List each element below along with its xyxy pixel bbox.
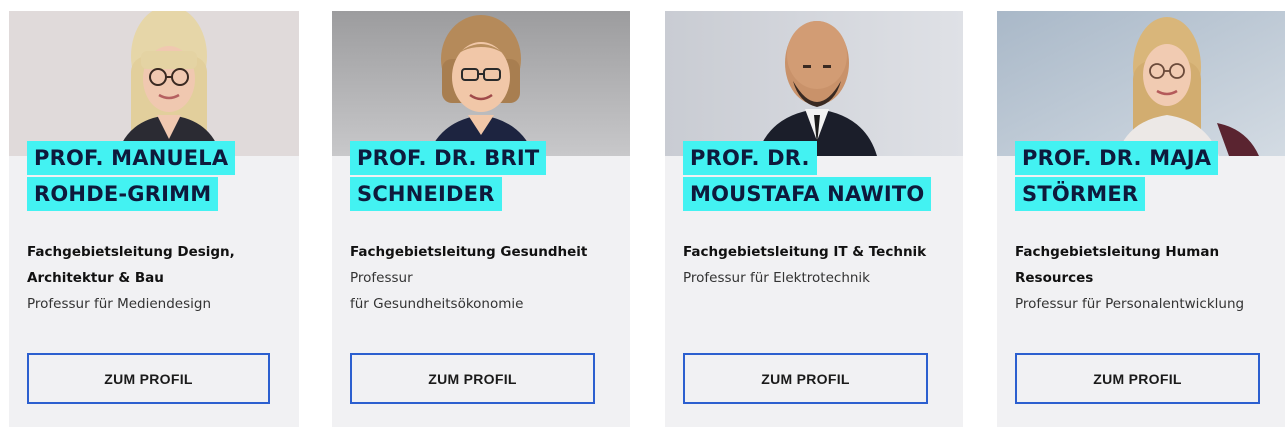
profile-card-stoermer: PROF. DR. MAJA STÖRMER Fachgebietsleitun…	[997, 11, 1285, 427]
profile-role-line-1: Fachgebietsleitung IT & Technik	[683, 244, 927, 260]
profile-button-nawito[interactable]: ZUM PROFIL	[683, 353, 928, 404]
profile-button-stoermer[interactable]: ZUM PROFIL	[1015, 353, 1260, 404]
profile-role-line-1: Fachgebietsleitung Human	[1015, 244, 1220, 260]
profile-name: PROF. DR. MOUSTAFA NAWITO	[683, 141, 932, 213]
profile-name-line-2: STÖRMER	[1015, 177, 1146, 211]
profile-description: Fachgebietsleitung Gesundheit Professur …	[350, 239, 620, 317]
profile-description: Fachgebietsleitung Human Resources Profe…	[1015, 239, 1275, 317]
profile-name-line-1: PROF. MANUELA	[27, 141, 236, 175]
profile-name-line-2: ROHDE-GRIMM	[27, 177, 219, 211]
profile-role-line-2: Architektur & Bau	[27, 270, 164, 286]
profile-description: Fachgebietsleitung IT & Technik Professu…	[683, 239, 953, 291]
profile-name-line-1: PROF. DR. MAJA	[1015, 141, 1219, 175]
profile-name: PROF. MANUELA ROHDE-GRIMM	[27, 141, 236, 213]
profile-photo[interactable]	[665, 11, 963, 156]
profile-name-line-2: MOUSTAFA NAWITO	[683, 177, 932, 211]
profile-button-schneider[interactable]: ZUM PROFIL	[350, 353, 595, 404]
profile-role-line-1: Fachgebietsleitung Gesundheit	[350, 244, 588, 260]
profile-card-rohde-grimm: PROF. MANUELA ROHDE-GRIMM Fachgebietslei…	[9, 11, 299, 427]
profile-name: PROF. DR. MAJA STÖRMER	[1015, 141, 1219, 213]
profile-button-rohde-grimm[interactable]: ZUM PROFIL	[27, 353, 270, 404]
profile-professorship-line-1: Professur für Elektrotechnik	[683, 270, 871, 286]
profile-professorship-line-1: Professur	[350, 270, 413, 286]
profile-professorship-line-1: Professur für Mediendesign	[27, 296, 212, 312]
profile-role-line-2: Resources	[1015, 270, 1094, 286]
profile-photo[interactable]	[9, 11, 299, 156]
profile-card-nawito: PROF. DR. MOUSTAFA NAWITO Fachgebietslei…	[665, 11, 963, 427]
profile-photo[interactable]	[997, 11, 1285, 156]
profile-name-line-2: SCHNEIDER	[350, 177, 502, 211]
profile-photo[interactable]	[332, 11, 630, 156]
profile-professorship-line-2: für Gesundheitsökonomie	[350, 296, 524, 312]
profile-professorship-line-1: Professur für Personalentwicklung	[1015, 296, 1245, 312]
profile-grid: PROF. MANUELA ROHDE-GRIMM Fachgebietslei…	[0, 0, 1285, 429]
profile-name-line-1: PROF. DR.	[683, 141, 817, 175]
profile-card-schneider: PROF. DR. BRIT SCHNEIDER Fachgebietsleit…	[332, 11, 630, 427]
profile-role-line-1: Fachgebietsleitung Design,	[27, 244, 235, 260]
profile-name-line-1: PROF. DR. BRIT	[350, 141, 547, 175]
profile-description: Fachgebietsleitung Design, Architektur &…	[27, 239, 289, 317]
profile-name: PROF. DR. BRIT SCHNEIDER	[350, 141, 547, 213]
